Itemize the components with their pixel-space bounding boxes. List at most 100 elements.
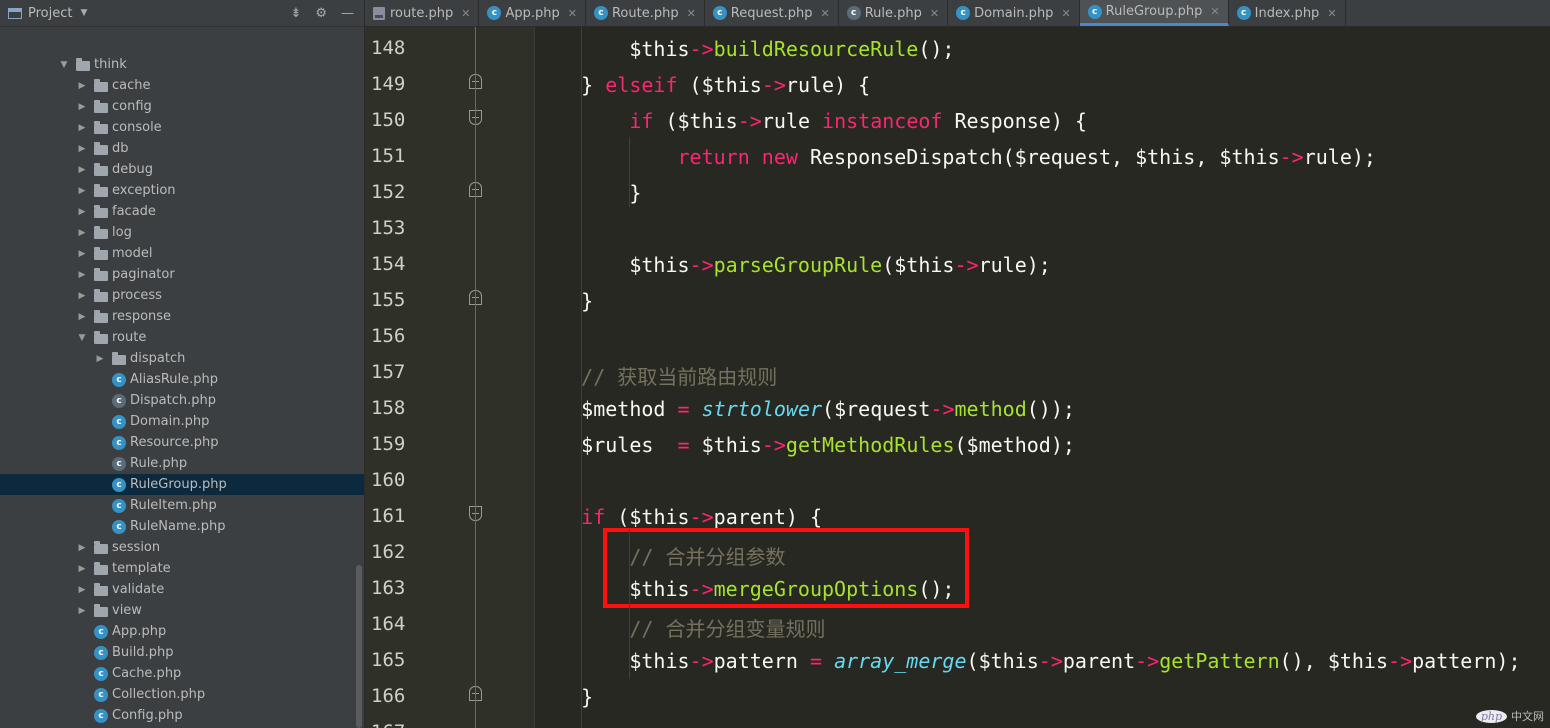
chevron-down-icon[interactable]: ▼ (80, 8, 87, 18)
code-line[interactable]: 156 (365, 317, 1550, 353)
tree-item-label: log (112, 225, 132, 240)
code-line[interactable]: 149 } elseif ($this->rule) { (365, 65, 1550, 101)
collapse-arrow-icon[interactable]: ▶ (76, 585, 88, 595)
tree-file[interactable]: c RuleItem.php (0, 495, 364, 516)
tree-file[interactable]: c Build.php (0, 642, 364, 663)
collapse-arrow-icon[interactable]: ▶ (76, 249, 88, 259)
code-line[interactable]: 164 // 合并分组变量规则 (365, 605, 1550, 641)
close-icon[interactable]: ✕ (1061, 7, 1070, 20)
tree-file[interactable]: c AliasRule.php (0, 369, 364, 390)
close-icon[interactable]: ✕ (687, 7, 696, 20)
tree-file[interactable]: c App.php (0, 621, 364, 642)
collapse-arrow-icon[interactable]: ▶ (76, 564, 88, 574)
tree-file[interactable]: c RuleGroup.php (0, 474, 364, 495)
code-editor[interactable]: 148 $this->buildResourceRule(); 149 } els… (365, 27, 1550, 728)
collapse-arrow-icon[interactable]: ▶ (94, 354, 106, 364)
code-line[interactable]: 154 $this->parseGroupRule($this->rule); (365, 245, 1550, 281)
tree-file[interactable]: c Collection.php (0, 684, 364, 705)
code-line[interactable]: 150 if ($this->rule instanceof Response)… (365, 101, 1550, 137)
folder-icon (94, 582, 108, 596)
tree-item-label: cache (112, 78, 151, 93)
tab-route[interactable]: route.php ✕ (365, 0, 480, 26)
collapse-arrow-icon[interactable]: ▶ (76, 606, 88, 616)
tree-folder[interactable]: ▶ template (0, 558, 364, 579)
tree-folder[interactable]: ▶ dispatch (0, 348, 364, 369)
code-line[interactable]: 166 } (365, 677, 1550, 713)
tree-folder[interactable]: ▶ debug (0, 159, 364, 180)
tree-item-label: Cache.php (112, 666, 182, 681)
tree-file[interactable]: c Resource.php (0, 432, 364, 453)
code-line[interactable]: 157 // 获取当前路由规则 (365, 353, 1550, 389)
collapse-all-icon[interactable]: ⇟ (290, 6, 301, 21)
code-line[interactable]: 152 } (365, 173, 1550, 209)
close-icon[interactable]: ✕ (568, 7, 577, 20)
collapse-arrow-icon[interactable]: ▶ (76, 312, 88, 322)
tree-folder[interactable]: ▶ view (0, 600, 364, 621)
tree-folder[interactable]: ▶ log (0, 222, 364, 243)
tree-folder[interactable]: ▶ model (0, 243, 364, 264)
collapse-arrow-icon[interactable]: ▶ (76, 207, 88, 217)
tab-request[interactable]: c Request.php ✕ (705, 0, 839, 26)
tree-folder[interactable]: ▶ exception (0, 180, 364, 201)
tree-folder[interactable]: ▶ db (0, 138, 364, 159)
code-line[interactable]: 155 } (365, 281, 1550, 317)
tab-rulegroup[interactable]: c RuleGroup.php ✕ (1079, 0, 1229, 26)
collapse-arrow-icon[interactable]: ▶ (76, 228, 88, 238)
code-line[interactable]: 167 (365, 713, 1550, 728)
line-number: 153 (371, 217, 406, 239)
code-line[interactable]: 158 $method = strtolower($request->metho… (365, 389, 1550, 425)
collapse-arrow-icon[interactable]: ▶ (76, 123, 88, 133)
tree-folder[interactable]: ▶ paginator (0, 264, 364, 285)
class-icon: c (112, 414, 126, 429)
tree-file[interactable]: c Dispatch.php (0, 390, 364, 411)
tab-app[interactable]: c App.php ✕ (479, 0, 586, 26)
tab-route[interactable]: c Route.php ✕ (586, 0, 705, 26)
tree-file[interactable]: c Domain.php (0, 411, 364, 432)
tree-folder[interactable]: ▶ validate (0, 579, 364, 600)
collapse-arrow-icon[interactable]: ▶ (76, 144, 88, 154)
tree-file[interactable]: c RuleName.php (0, 516, 364, 537)
tree-folder[interactable]: ▶ session (0, 537, 364, 558)
tab-domain[interactable]: c Domain.php ✕ (948, 0, 1080, 26)
tree-folder[interactable]: ▶ console (0, 117, 364, 138)
collapse-arrow-icon[interactable]: ▶ (76, 186, 88, 196)
tab-rule[interactable]: c Rule.php ✕ (839, 0, 949, 26)
close-icon[interactable]: ✕ (930, 7, 939, 20)
tree-item-label: response (112, 309, 172, 324)
close-icon[interactable]: ✕ (461, 7, 470, 20)
tree-folder[interactable]: ▶ config (0, 96, 364, 117)
code-line[interactable]: 159 $rules = $this->getMethodRules($meth… (365, 425, 1550, 461)
expand-arrow-icon[interactable]: ▼ (58, 60, 70, 70)
code-line[interactable]: 151 return new ResponseDispatch($request… (365, 137, 1550, 173)
tree-folder[interactable]: ▶ response (0, 306, 364, 327)
tree-file[interactable]: c Rule.php (0, 453, 364, 474)
tree-folder[interactable]: ▼ route (0, 327, 364, 348)
close-icon[interactable]: ✕ (1210, 5, 1219, 18)
collapse-arrow-icon[interactable]: ▶ (76, 270, 88, 280)
project-panel-title[interactable]: Project (28, 6, 72, 21)
gear-icon[interactable]: ⚙ (315, 6, 327, 21)
tree-folder[interactable]: ▶ facade (0, 201, 364, 222)
close-icon[interactable]: ✕ (820, 7, 829, 20)
collapse-arrow-icon[interactable]: ▶ (76, 102, 88, 112)
tree-folder[interactable]: ▼ think (0, 54, 364, 75)
code-line[interactable]: 148 $this->buildResourceRule(); (365, 29, 1550, 65)
code-line[interactable]: 165 $this->pattern = array_merge($this->… (365, 641, 1550, 677)
collapse-arrow-icon[interactable]: ▶ (76, 165, 88, 175)
code-line[interactable]: 160 (365, 461, 1550, 497)
folder-icon (94, 120, 108, 134)
expand-arrow-icon[interactable]: ▼ (76, 333, 88, 343)
tree-file[interactable]: c Cache.php (0, 663, 364, 684)
project-scrollbar[interactable] (356, 565, 362, 728)
collapse-arrow-icon[interactable]: ▶ (76, 543, 88, 553)
minimize-icon[interactable]: — (341, 6, 354, 21)
tree-folder[interactable]: ▶ process (0, 285, 364, 306)
class-icon: c (112, 519, 126, 534)
code-line[interactable]: 153 (365, 209, 1550, 245)
tree-file[interactable]: c Config.php (0, 705, 364, 726)
close-icon[interactable]: ✕ (1327, 7, 1336, 20)
tab-index[interactable]: c Index.php ✕ (1229, 0, 1346, 26)
tree-folder[interactable]: ▶ cache (0, 75, 364, 96)
collapse-arrow-icon[interactable]: ▶ (76, 291, 88, 301)
collapse-arrow-icon[interactable]: ▶ (76, 81, 88, 91)
